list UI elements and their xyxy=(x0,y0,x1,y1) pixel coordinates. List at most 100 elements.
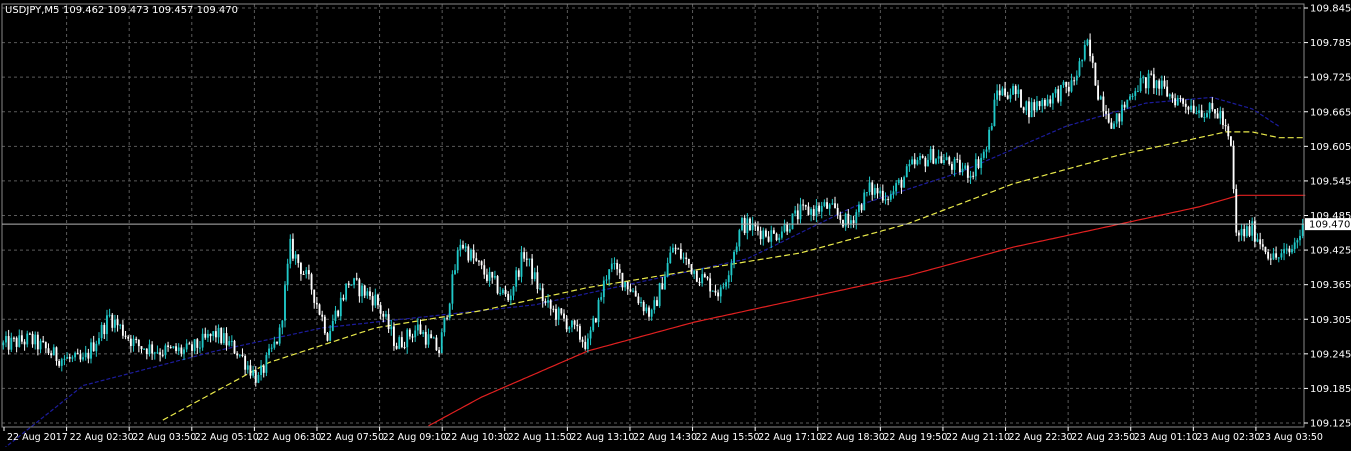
y-tick-label: 109.845 xyxy=(1310,4,1351,15)
candle-body xyxy=(1267,252,1270,259)
chart-canvas[interactable]: 109.845 109.785 109.725 109.665 109.605 109.5… xyxy=(0,0,1351,450)
candle-body xyxy=(889,194,892,200)
x-tick-label: 22 Aug 06:30 xyxy=(257,432,321,443)
candle-body xyxy=(286,263,289,286)
candle-body xyxy=(674,247,677,249)
x-tick-label: 22 Aug 09:10 xyxy=(383,432,447,443)
candle-body xyxy=(578,326,581,340)
candle-body xyxy=(427,334,430,345)
candle-body xyxy=(831,203,834,205)
candle-body xyxy=(1144,77,1147,89)
candle-body xyxy=(1222,111,1224,126)
x-tick-label: 23 Aug 02:30 xyxy=(1196,432,1260,443)
candle-body xyxy=(1229,136,1232,146)
candle-body xyxy=(1176,98,1179,106)
candle-body xyxy=(1184,103,1187,107)
candle-body xyxy=(842,219,844,227)
candle-body xyxy=(212,331,215,337)
candle-body xyxy=(278,327,281,344)
candle-body xyxy=(921,156,924,158)
candle-body xyxy=(435,337,438,351)
candle-body xyxy=(180,347,183,354)
candle-body xyxy=(929,149,932,160)
candle-body xyxy=(520,252,523,277)
price-chart[interactable]: 109.845 109.785 109.725 109.665 109.605 109.5… xyxy=(0,0,1351,450)
x-tick-label: 22 Aug 19:50 xyxy=(883,432,947,443)
candle-body xyxy=(448,303,451,319)
candle-body xyxy=(512,286,515,296)
candle-body xyxy=(1009,94,1012,99)
candle-body xyxy=(1006,95,1009,99)
candle-body xyxy=(119,324,122,326)
candle-body xyxy=(560,308,563,314)
candle-body xyxy=(159,352,162,355)
candle-body xyxy=(400,337,403,348)
candle-body xyxy=(5,336,7,343)
candle-body xyxy=(839,214,842,220)
candle-body xyxy=(366,291,369,296)
candle-body xyxy=(334,310,337,321)
candle-body xyxy=(759,230,762,240)
candle-body xyxy=(972,175,975,177)
candle-body xyxy=(778,237,781,241)
candle-body xyxy=(650,309,653,317)
candle-body xyxy=(1168,94,1171,97)
candle-body xyxy=(826,202,828,209)
candle-body xyxy=(589,330,592,339)
candle-body xyxy=(1232,145,1235,190)
candle-body xyxy=(927,159,929,167)
candle-body xyxy=(1155,80,1158,89)
candle-body xyxy=(244,355,247,370)
candle-body xyxy=(1126,99,1129,108)
candle-body xyxy=(810,209,813,215)
candle-body xyxy=(549,300,552,309)
candle-body xyxy=(996,90,999,100)
candle-body xyxy=(1277,257,1280,259)
candle-body xyxy=(581,339,584,342)
candle-body xyxy=(1113,123,1115,129)
candle-body xyxy=(299,262,302,274)
x-tick-label: 22 Aug 22:30 xyxy=(1009,432,1073,443)
candle-body xyxy=(106,315,108,335)
candle-body xyxy=(1206,113,1208,118)
candle-body xyxy=(1043,99,1046,106)
candle-body xyxy=(153,352,156,354)
candle-body xyxy=(990,126,993,130)
candle-body xyxy=(884,198,887,201)
candle-body xyxy=(605,279,608,281)
candle-body xyxy=(860,204,863,211)
candle-body xyxy=(87,352,90,359)
candle-body xyxy=(331,320,334,331)
candle-body xyxy=(555,308,557,320)
candle-body xyxy=(392,326,395,346)
candle-body xyxy=(254,370,257,383)
candle-body xyxy=(315,302,318,305)
candle-body xyxy=(645,307,648,312)
candle-body xyxy=(565,318,568,330)
candle-body xyxy=(1004,88,1007,96)
candle-body xyxy=(398,337,401,349)
candle-body xyxy=(1121,104,1123,122)
candle-body xyxy=(313,289,316,303)
candle-body xyxy=(220,328,223,344)
candle-body xyxy=(1296,240,1299,243)
candle-body xyxy=(903,177,906,188)
candle-body xyxy=(709,278,712,292)
y-tick-label: 109.785 xyxy=(1310,38,1351,49)
candle-body xyxy=(953,158,956,170)
candle-body xyxy=(961,168,964,173)
candle-body xyxy=(18,335,21,347)
y-tick-label: 109.665 xyxy=(1310,107,1351,118)
x-tick-label: 23 Aug 03:50 xyxy=(1259,432,1323,443)
candle-body xyxy=(339,297,342,317)
candle-body xyxy=(103,324,106,335)
candle-body xyxy=(1025,101,1028,111)
candle-body xyxy=(1067,86,1070,92)
candle-body xyxy=(1051,93,1054,104)
candle-body xyxy=(55,347,58,362)
candle-body xyxy=(488,271,491,281)
candle-body xyxy=(1182,98,1185,104)
candle-body xyxy=(629,289,632,292)
ohlc-readout: 109.462 109.473 109.457 109.470 xyxy=(63,5,238,16)
candle-body xyxy=(969,175,972,178)
